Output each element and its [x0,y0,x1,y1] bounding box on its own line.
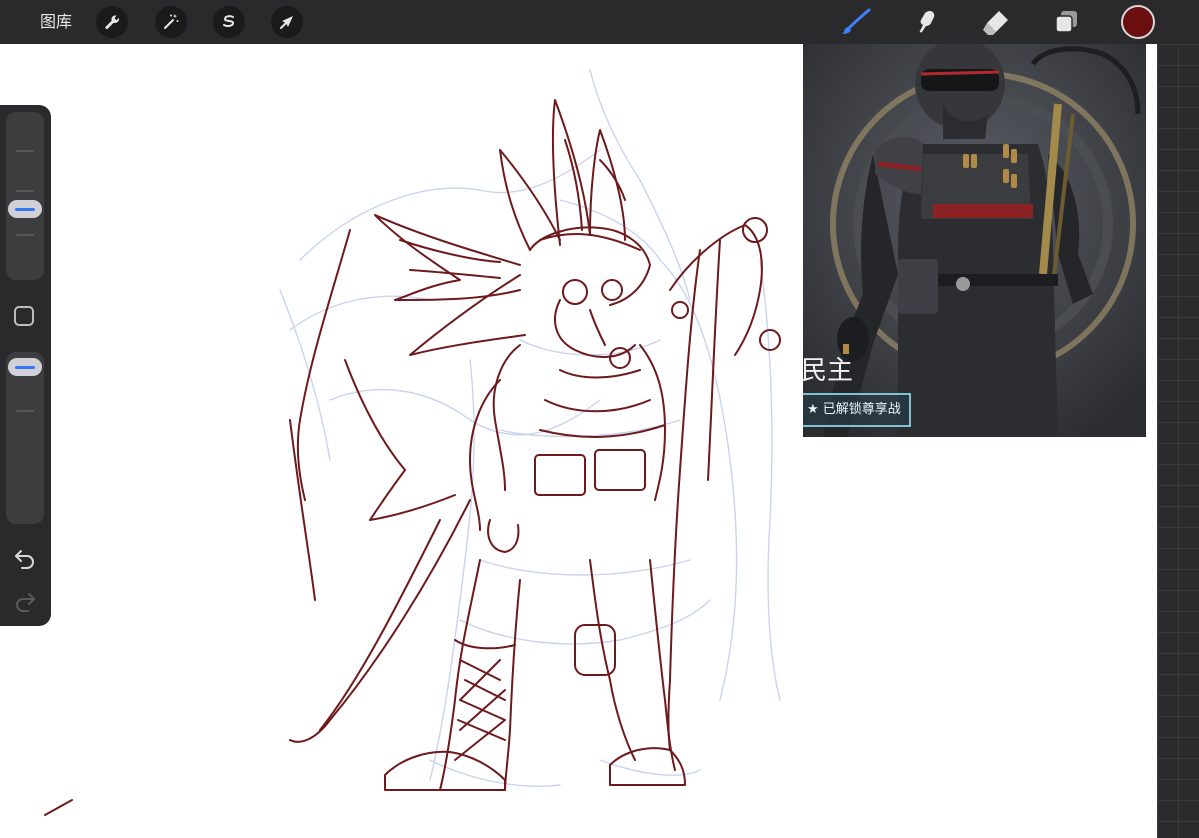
top-toolbar: 图库 [0,0,1199,44]
reference-image [803,44,1146,437]
magic-wand-icon[interactable] [155,6,187,38]
eraser-icon[interactable] [980,6,1012,38]
brush-size-knob[interactable] [8,200,42,218]
opacity-knob[interactable] [8,358,42,376]
smudge-icon[interactable] [910,6,942,38]
square-icon[interactable] [14,306,34,326]
selection-icon[interactable] [213,6,245,38]
reference-caption: 民主 [803,356,854,386]
reference-window[interactable]: 民主 ★ 已解锁尊享战 [803,44,1146,437]
redo-icon[interactable] [13,589,37,613]
opacity-slider[interactable] [6,352,44,524]
canvas-background-grid [1157,44,1199,838]
left-sidebar [0,105,51,626]
brush-size-slider[interactable] [6,112,44,280]
undo-icon[interactable] [13,546,37,570]
color-swatch[interactable] [1121,5,1155,39]
arrow-cursor-icon[interactable] [271,6,303,38]
wrench-icon[interactable] [96,6,128,38]
reference-badge: ★ 已解锁尊享战 [803,393,911,427]
gallery-button[interactable]: 图库 [40,10,72,34]
layers-icon[interactable] [1050,6,1082,38]
brush-icon[interactable] [840,6,872,38]
